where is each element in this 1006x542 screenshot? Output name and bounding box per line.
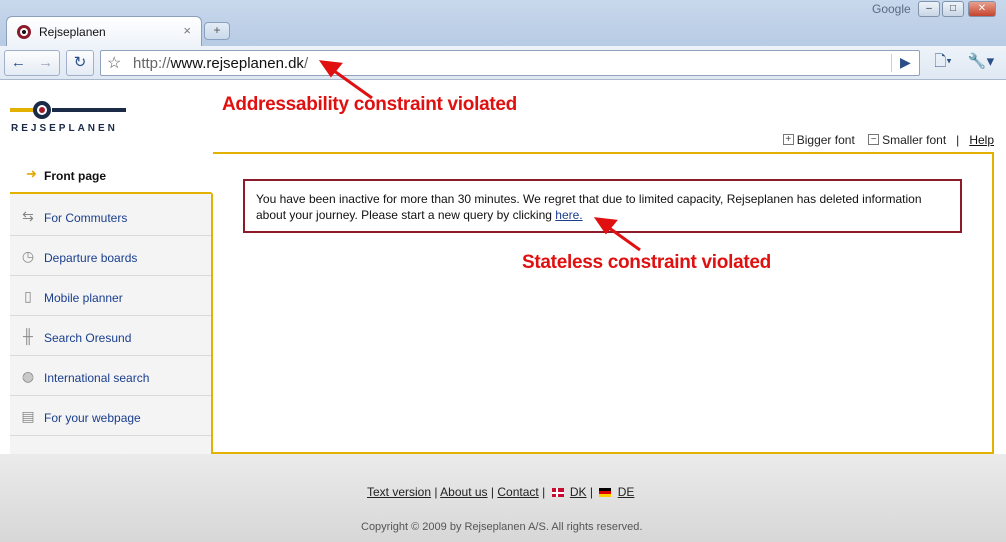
address-bar[interactable]: ☆ http://www.rejseplanen.dk/ ▶ xyxy=(100,50,920,76)
close-window-button[interactable]: ✕ xyxy=(968,1,996,17)
address-divider xyxy=(891,54,892,72)
menu-item-label: For Commuters xyxy=(44,211,128,225)
minus-box-icon[interactable]: − xyxy=(868,134,880,146)
search-engine-label: Google xyxy=(872,2,911,16)
stateless-annotation: Stateless constraint violated xyxy=(522,252,771,273)
logo-line xyxy=(10,108,126,112)
page-footer: Text version | About us | Contact | DK |… xyxy=(0,454,1006,542)
contact-link[interactable]: Contact xyxy=(497,485,538,499)
browser-toolbar: ← → ↻ ☆ http://www.rejseplanen.dk/ ▶ 🗋▾ … xyxy=(0,46,1006,80)
rejseplanen-logo-icon[interactable] xyxy=(33,101,51,119)
commuter-arrows-icon: ⇆ xyxy=(22,208,34,224)
smaller-font-link[interactable]: Smaller font xyxy=(882,133,946,147)
menu-item-for-commuters[interactable]: ⇆ For Commuters xyxy=(10,196,211,236)
notice-text: You have been inactive for more than 30 … xyxy=(256,192,922,222)
logo-text[interactable]: REJSEPLANEN xyxy=(11,123,118,134)
menu-item-departure-boards[interactable]: ◷ Departure boards xyxy=(10,236,211,276)
separator: | xyxy=(490,485,495,499)
arrow-right-icon: ➜ xyxy=(26,166,37,181)
plus-box-icon[interactable]: + xyxy=(782,134,794,146)
about-us-link[interactable]: About us xyxy=(440,485,487,499)
new-query-link[interactable]: here. xyxy=(555,208,582,222)
german-flag-icon[interactable] xyxy=(599,488,612,498)
menu-item-mobile-planner[interactable]: ▯ Mobile planner xyxy=(10,276,211,316)
logo-navy-segment xyxy=(52,108,126,112)
separator: | xyxy=(956,132,960,147)
separator: | xyxy=(542,485,546,499)
computer-icon: ▤ xyxy=(21,408,35,424)
menu-item-for-your-webpage[interactable]: ▤ For your webpage xyxy=(10,396,211,436)
help-link[interactable]: Help xyxy=(969,133,994,147)
menu-item-label: Departure boards xyxy=(44,251,138,265)
browser-titlebar: Rejseplanen × + Google – □ ✕ xyxy=(0,0,1006,46)
footer-links: Text version | About us | Contact | DK |… xyxy=(367,485,634,499)
reload-button[interactable]: ↻ xyxy=(66,50,94,76)
tools-menu-button[interactable]: 🔧▾ xyxy=(964,50,998,76)
rejseplanen-favicon-icon xyxy=(17,25,31,39)
minimize-button[interactable]: – xyxy=(918,1,940,17)
danish-flag-icon[interactable] xyxy=(551,488,564,498)
menu-item-label: Front page xyxy=(44,169,106,183)
page-menu-button[interactable]: 🗋▾ xyxy=(926,50,960,76)
menu-item-label: Search Oresund xyxy=(44,331,132,345)
menu-item-label: Mobile planner xyxy=(44,291,123,305)
menu-item-search-oresund[interactable]: ╫ Search Oresund xyxy=(10,316,211,356)
logo-yellow-segment xyxy=(10,108,34,112)
page-icon: 🗋▾ xyxy=(934,53,952,70)
wrench-icon: 🔧▾ xyxy=(967,53,995,70)
font-controls: + Bigger font − Smaller font | Help xyxy=(782,132,994,147)
separator: | xyxy=(434,485,438,499)
globe-icon: ◍ xyxy=(21,368,35,384)
menu-item-international-search[interactable]: ◍ International search xyxy=(10,356,211,396)
go-arrow-icon[interactable]: ▶ xyxy=(900,54,911,71)
menu-item-label: International search xyxy=(44,371,150,385)
mobile-phone-icon: ▯ xyxy=(24,288,32,304)
maximize-button[interactable]: □ xyxy=(942,1,964,17)
address-url[interactable]: http://www.rejseplanen.dk/ xyxy=(133,55,308,72)
reload-icon: ↻ xyxy=(73,54,87,71)
forward-arrow-icon[interactable]: → xyxy=(38,54,53,71)
text-version-link[interactable]: Text version xyxy=(367,485,431,499)
bigger-font-link[interactable]: Bigger font xyxy=(797,133,855,147)
back-arrow-icon[interactable]: ← xyxy=(11,54,26,71)
bridge-icon: ╫ xyxy=(23,328,33,344)
language-de-link[interactable]: DE xyxy=(618,485,635,499)
clock-icon: ◷ xyxy=(21,248,35,264)
copyright-text: Copyright © 2009 by Rejseplanen A/S. All… xyxy=(361,521,643,533)
menu-item-front-page[interactable]: ➜ Front page xyxy=(10,152,213,194)
new-tab-button[interactable]: + xyxy=(204,22,230,40)
back-forward-buttons[interactable]: ← → xyxy=(4,50,60,76)
tab-close-icon[interactable]: × xyxy=(183,23,191,38)
browser-tab[interactable]: Rejseplanen × xyxy=(6,16,202,46)
separator: | xyxy=(589,485,594,499)
language-dk-link[interactable]: DK xyxy=(570,485,587,499)
session-expired-notice: You have been inactive for more than 30 … xyxy=(243,179,962,233)
bookmark-star-icon[interactable]: ☆ xyxy=(107,53,121,73)
addressability-annotation: Addressability constraint violated xyxy=(222,94,517,115)
page-viewport: REJSEPLANEN + Bigger font − Smaller font |… xyxy=(0,81,1006,542)
menu-item-label: For your webpage xyxy=(44,411,141,425)
tab-title: Rejseplanen xyxy=(39,25,106,39)
